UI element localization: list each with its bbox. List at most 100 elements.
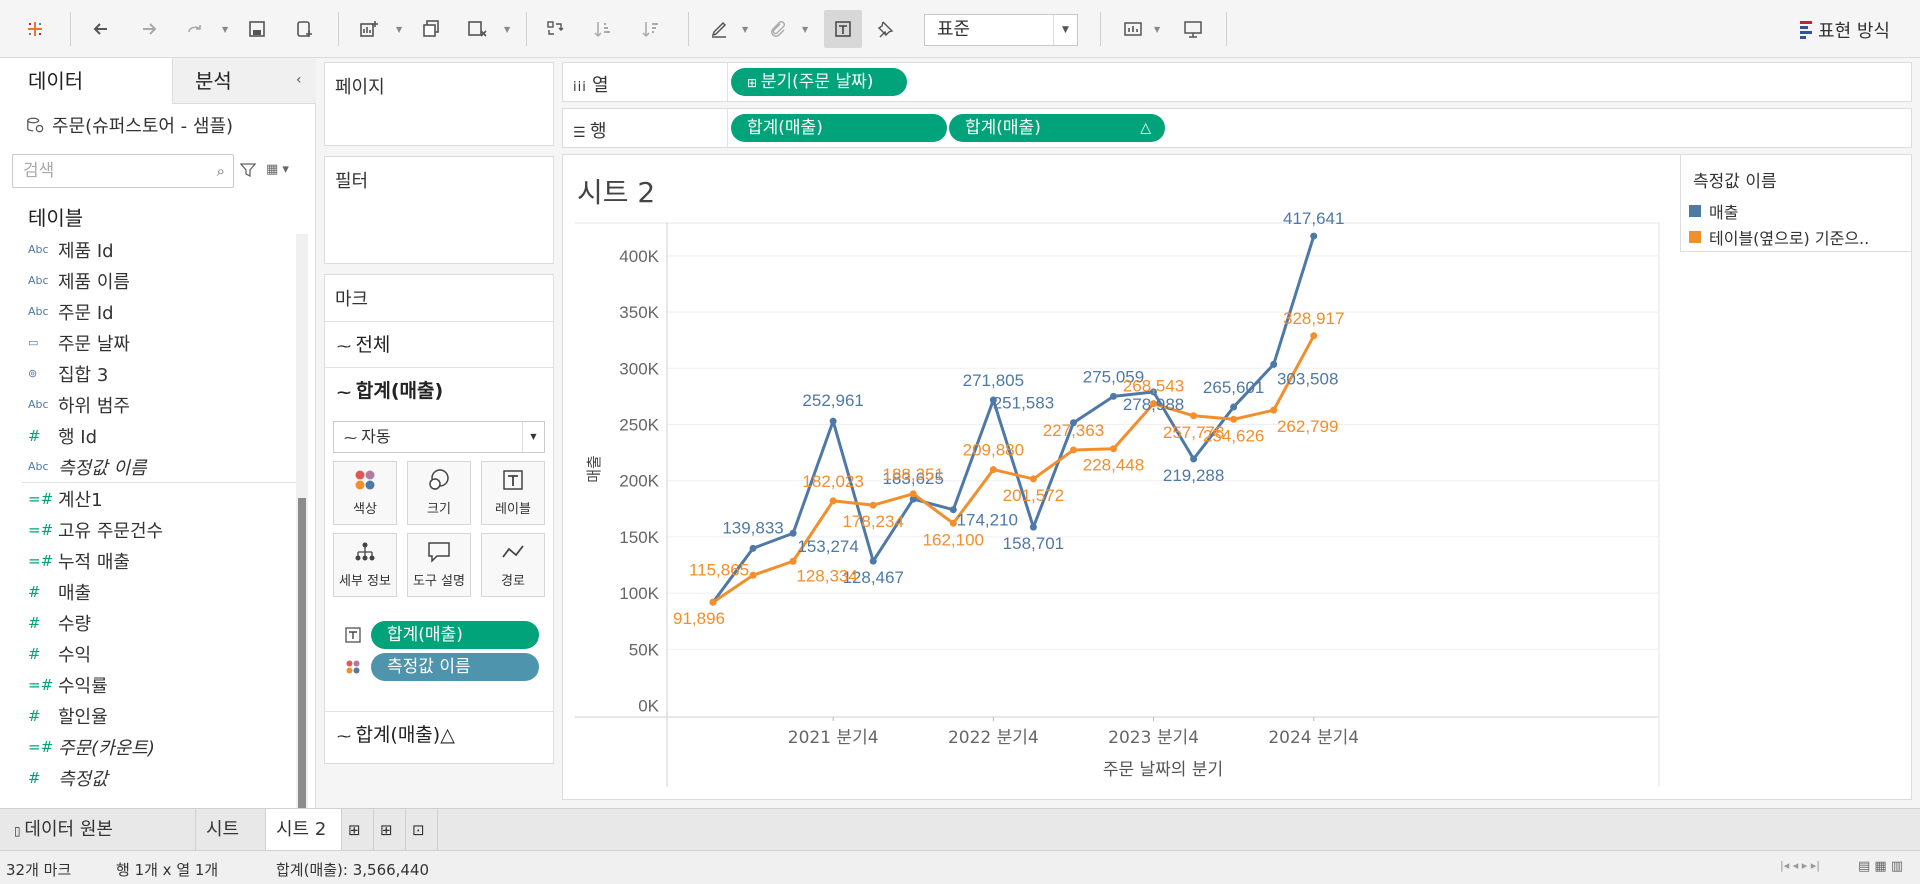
size-button[interactable]: 크기 bbox=[407, 461, 471, 525]
swap-rows-columns-icon[interactable] bbox=[540, 14, 570, 44]
field-item[interactable]: =# 고유 주문건수 bbox=[0, 514, 296, 545]
field-item[interactable]: # 측정값 bbox=[0, 762, 296, 793]
tooltip-button[interactable]: 도구 설명 bbox=[407, 533, 471, 597]
marks-tab-sum-sales[interactable]: ⁓ 합계(매출) bbox=[325, 367, 553, 413]
new-dashboard-tab-icon[interactable]: ⊞ bbox=[374, 809, 406, 851]
new-datasource-icon[interactable] bbox=[290, 14, 320, 44]
data-point[interactable] bbox=[749, 571, 757, 579]
row-pill-sum-sales-delta[interactable]: 합계(매출) △ bbox=[949, 114, 1165, 142]
tab-sheet-2[interactable]: 시트 2 bbox=[266, 809, 342, 851]
field-item[interactable]: Abc 제품 이름 bbox=[0, 265, 296, 296]
pages-shelf[interactable]: 페이지 bbox=[324, 62, 554, 146]
field-item[interactable]: ▭ 주문 날짜 bbox=[0, 327, 296, 358]
scrollbar-thumb[interactable] bbox=[298, 498, 306, 838]
data-point[interactable] bbox=[749, 544, 757, 552]
rows-shelf[interactable]: ☰ 행 합계(매출) 합계(매출) △ bbox=[562, 108, 1912, 148]
field-item[interactable]: =# 수익률 bbox=[0, 669, 296, 700]
data-point[interactable] bbox=[789, 557, 797, 565]
mark-type-dropdown[interactable]: ⁓ 자동 ▼ bbox=[333, 421, 545, 453]
field-item[interactable]: =# 계산1 bbox=[0, 483, 296, 514]
save-icon[interactable] bbox=[242, 14, 272, 44]
field-item[interactable]: =# 주문(카운트) bbox=[0, 731, 296, 762]
data-point[interactable] bbox=[1270, 406, 1278, 414]
data-point[interactable] bbox=[1029, 523, 1037, 531]
sort-ascending-icon[interactable] bbox=[588, 14, 618, 44]
search-input[interactable]: 검색 ⌕ bbox=[12, 154, 234, 188]
field-item[interactable]: ⊚ 집합 3 bbox=[0, 358, 296, 389]
redo-dropdown-icon[interactable]: ▼ bbox=[222, 25, 228, 34]
redo-icon[interactable] bbox=[180, 14, 210, 44]
color-button[interactable]: 색상 bbox=[333, 461, 397, 525]
field-item[interactable]: # 매출 bbox=[0, 576, 296, 607]
field-item[interactable]: Abc 측정값 이름 bbox=[0, 451, 296, 482]
marks-tab-all[interactable]: ⁓ 전체 bbox=[325, 321, 553, 367]
group-dropdown-icon[interactable]: ▼ bbox=[802, 25, 808, 34]
tab-datasource[interactable]: ▯ 데이터 원본 bbox=[0, 809, 196, 851]
data-point[interactable] bbox=[1230, 403, 1238, 411]
sort-descending-icon[interactable] bbox=[636, 14, 666, 44]
data-point[interactable] bbox=[1029, 475, 1037, 483]
show-cards-dropdown-icon[interactable]: ▼ bbox=[1154, 25, 1160, 34]
filter-icon[interactable] bbox=[239, 162, 257, 182]
data-point[interactable] bbox=[869, 557, 877, 565]
new-story-tab-icon[interactable]: ⊡ bbox=[406, 809, 438, 851]
field-item[interactable]: # 수익 bbox=[0, 638, 296, 669]
data-point[interactable] bbox=[1230, 415, 1238, 423]
path-button[interactable]: 경로 bbox=[481, 533, 545, 597]
filters-shelf[interactable]: 필터 bbox=[324, 156, 554, 264]
field-item[interactable]: =# 누적 매출 bbox=[0, 545, 296, 576]
tab-data[interactable]: 데이터 bbox=[0, 58, 172, 104]
fix-axes-pin-icon[interactable] bbox=[870, 14, 900, 44]
data-point[interactable] bbox=[1110, 445, 1117, 453]
new-worksheet-tab-icon[interactable]: ⊞ bbox=[342, 809, 374, 851]
data-point[interactable] bbox=[1190, 412, 1198, 420]
duplicate-sheet-icon[interactable] bbox=[416, 14, 446, 44]
format-dropdown[interactable]: 표준 ▼ bbox=[924, 14, 1078, 46]
marks-tab-sum-sales-delta[interactable]: ⁓ 합계(매출)△ bbox=[325, 711, 553, 757]
clear-dropdown-icon[interactable]: ▼ bbox=[504, 25, 510, 34]
legend-item-sales[interactable]: 매출 bbox=[1689, 199, 1738, 223]
data-point[interactable] bbox=[1310, 232, 1318, 240]
data-point[interactable] bbox=[1069, 446, 1077, 454]
row-pill-sum-sales[interactable]: 합계(매출) bbox=[731, 114, 947, 142]
field-item[interactable]: # 행 Id bbox=[0, 420, 296, 451]
data-point[interactable] bbox=[1190, 455, 1198, 463]
field-item[interactable]: Abc 주문 Id bbox=[0, 296, 296, 327]
data-point[interactable] bbox=[829, 497, 837, 505]
datasource-item[interactable]: 주문(슈퍼스토어 - 샘플) bbox=[26, 112, 233, 138]
data-point[interactable] bbox=[989, 466, 997, 474]
columns-shelf[interactable]: iii 열 ⊞ 분기(주문 날짜) bbox=[562, 62, 1912, 102]
data-point[interactable] bbox=[709, 598, 717, 606]
field-item[interactable]: # 수량 bbox=[0, 607, 296, 638]
show-me-button[interactable]: 표현 방식 bbox=[1800, 17, 1890, 43]
back-icon[interactable] bbox=[86, 14, 116, 44]
highlight-dropdown-icon[interactable]: ▼ bbox=[742, 25, 748, 34]
data-point[interactable] bbox=[869, 501, 877, 509]
group-members-icon[interactable] bbox=[762, 14, 792, 44]
field-item[interactable]: Abc 하위 범주 bbox=[0, 389, 296, 420]
data-point[interactable] bbox=[789, 529, 797, 537]
label-button[interactable]: 레이블 bbox=[481, 461, 545, 525]
tableau-logo-icon[interactable] bbox=[20, 14, 50, 44]
tab-analysis[interactable]: 분석 bbox=[172, 58, 316, 104]
marks-color-pill[interactable]: 측정값 이름 bbox=[371, 653, 539, 681]
collapse-pane-icon[interactable]: ‹ bbox=[296, 72, 302, 88]
forward-icon[interactable] bbox=[134, 14, 164, 44]
legend-item-table-calc[interactable]: 테이블(옆으로) 기준으.. bbox=[1689, 225, 1869, 249]
data-point[interactable] bbox=[909, 490, 917, 498]
clear-sheet-icon[interactable] bbox=[462, 14, 492, 44]
presentation-mode-icon[interactable] bbox=[1178, 14, 1208, 44]
highlight-icon[interactable] bbox=[704, 14, 734, 44]
detail-button[interactable]: 세부 정보 bbox=[333, 533, 397, 597]
data-point[interactable] bbox=[1110, 392, 1117, 400]
show-mark-labels-icon[interactable] bbox=[824, 10, 862, 48]
field-item[interactable]: # 할인율 bbox=[0, 700, 296, 731]
field-item[interactable]: Abc 제품 Id bbox=[0, 234, 296, 265]
tab-navigation-icon[interactable]: |◂ ◂ ▸ ▸| bbox=[1780, 859, 1820, 872]
view-mode-icon[interactable]: ▤ ▦ ▥ bbox=[1858, 859, 1903, 874]
new-worksheet-dropdown-icon[interactable]: ▼ bbox=[396, 25, 402, 34]
data-point[interactable] bbox=[1270, 360, 1278, 368]
tab-sheet-1[interactable]: 시트 1 bbox=[196, 809, 266, 882]
show-cards-icon[interactable] bbox=[1118, 14, 1148, 44]
view-options-icon[interactable]: ▦ ▾ bbox=[266, 162, 289, 177]
